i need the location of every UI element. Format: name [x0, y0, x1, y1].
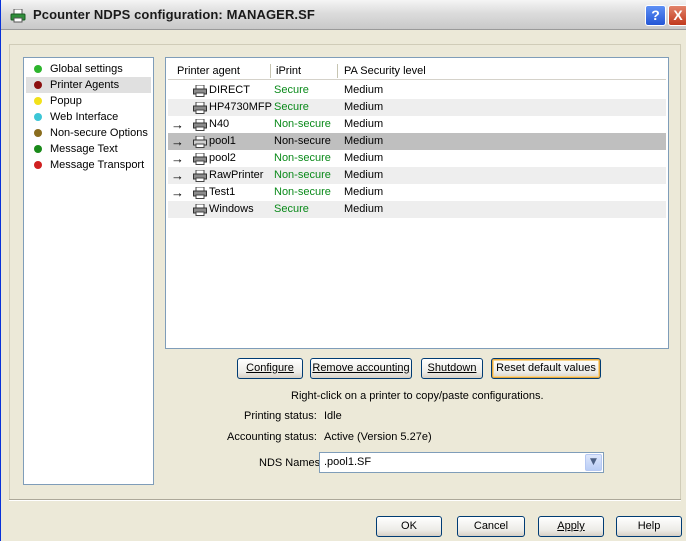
- printing-status-value: Idle: [324, 410, 342, 422]
- arrow-right-icon: →: [171, 185, 184, 200]
- nav-item-label: Printer Agents: [50, 79, 120, 91]
- table-row[interactable]: → Test1 Non-secure Medium: [168, 184, 666, 201]
- table-row[interactable]: DIRECT Secure Medium: [168, 82, 666, 99]
- printer-icon: [193, 102, 207, 114]
- printer-icon: [193, 153, 207, 165]
- printer-icon: [193, 136, 207, 148]
- status-dot-icon: [34, 129, 42, 137]
- help-title-button[interactable]: ?: [645, 5, 666, 26]
- nav-item-non-secure-options[interactable]: Non-secure Options: [26, 125, 151, 141]
- nav-item-label: Popup: [50, 95, 82, 107]
- security-level: Medium: [344, 135, 384, 147]
- printer-icon: [10, 9, 26, 23]
- security-level: Medium: [344, 118, 384, 130]
- ok-button[interactable]: OK: [376, 516, 442, 537]
- printing-status-label: Printing status:: [244, 410, 317, 422]
- help-button[interactable]: Help: [616, 516, 682, 537]
- table-row[interactable]: → pool2 Non-secure Medium: [168, 150, 666, 167]
- nds-names-select[interactable]: .pool1.SF ▼: [319, 452, 604, 473]
- nav-item-printer-agents[interactable]: Printer Agents: [26, 77, 151, 93]
- printer-agent-name: RawPrinter: [209, 169, 264, 181]
- accounting-status-value: Active (Version 5.27e): [324, 431, 432, 443]
- iprint-status: Secure: [274, 101, 309, 113]
- nav-item-label: Global settings: [50, 63, 123, 75]
- iprint-status: Secure: [274, 84, 309, 96]
- table-row[interactable]: → RawPrinter Non-secure Medium: [168, 167, 666, 184]
- status-dot-icon: [34, 145, 42, 153]
- nds-names-label: NDS Names:: [259, 457, 324, 469]
- column-header-security[interactable]: PA Security level: [344, 65, 426, 77]
- security-level: Medium: [344, 186, 384, 198]
- arrow-right-icon: →: [171, 168, 184, 183]
- printer-agent-name: HP4730MFP: [209, 101, 272, 113]
- accounting-status-label: Accounting status:: [227, 431, 317, 443]
- nav-item-label: Non-secure Options: [50, 127, 148, 139]
- arrow-right-icon: →: [171, 117, 184, 132]
- printer-agent-name: Windows: [209, 203, 254, 215]
- printer-agent-name: pool1: [209, 135, 236, 147]
- nav-item-label: Message Transport: [50, 159, 145, 171]
- close-icon: X: [673, 7, 683, 23]
- iprint-status: Non-secure: [274, 118, 331, 130]
- security-level: Medium: [344, 203, 384, 215]
- chevron-down-icon[interactable]: ▼: [585, 454, 602, 471]
- status-dot-icon: [34, 81, 42, 89]
- arrow-right-icon: →: [171, 151, 184, 166]
- iprint-status: Non-secure: [274, 186, 331, 198]
- table-row[interactable]: HP4730MFP Secure Medium: [168, 99, 666, 116]
- window-title: Pcounter NDPS configuration: MANAGER.SF: [33, 7, 315, 22]
- title-bar[interactable]: Pcounter NDPS configuration: MANAGER.SF …: [1, 0, 686, 30]
- printer-agent-list[interactable]: Printer agent iPrint PA Security level D…: [165, 57, 669, 349]
- printer-agent-name: N40: [209, 118, 230, 130]
- printer-icon: [193, 85, 207, 97]
- list-header: Printer agent iPrint PA Security level: [168, 61, 666, 80]
- cancel-button[interactable]: Cancel: [457, 516, 525, 537]
- nav-item-global-settings[interactable]: Global settings: [26, 61, 151, 77]
- iprint-status: Non-secure: [274, 135, 331, 147]
- nav-item-label: Message Text: [50, 143, 118, 155]
- printer-icon: [193, 204, 207, 216]
- copy-paste-hint: Right-click on a printer to copy/paste c…: [291, 390, 544, 402]
- iprint-status: Secure: [274, 203, 309, 215]
- table-row[interactable]: → N40 Non-secure Medium: [168, 116, 666, 133]
- printer-icon: [193, 187, 207, 199]
- apply-button[interactable]: Apply: [538, 516, 604, 537]
- printer-agent-name: pool2: [209, 152, 236, 164]
- nav-item-web-interface[interactable]: Web Interface: [26, 109, 151, 125]
- security-level: Medium: [344, 84, 384, 96]
- security-level: Medium: [344, 152, 384, 164]
- status-dot-icon: [34, 161, 42, 169]
- remove-accounting-button[interactable]: Remove accounting: [310, 358, 412, 379]
- table-row[interactable]: → pool1 Non-secure Medium: [168, 133, 666, 150]
- close-button[interactable]: X: [668, 5, 686, 26]
- printer-icon: [193, 170, 207, 182]
- column-header-iprint[interactable]: iPrint: [276, 65, 301, 77]
- shutdown-button[interactable]: Shutdown: [421, 358, 483, 379]
- nds-names-value: .pool1.SF: [324, 456, 372, 468]
- column-header-agent[interactable]: Printer agent: [177, 65, 240, 77]
- security-level: Medium: [344, 169, 384, 181]
- divider: [9, 499, 681, 501]
- nav-item-label: Web Interface: [50, 111, 119, 123]
- configure-button[interactable]: Configure: [237, 358, 303, 379]
- table-row[interactable]: Windows Secure Medium: [168, 201, 666, 218]
- printer-agent-name: DIRECT: [209, 84, 250, 96]
- security-level: Medium: [344, 101, 384, 113]
- question-icon: ?: [651, 7, 660, 23]
- nav-item-popup[interactable]: Popup: [26, 93, 151, 109]
- nav-item-message-transport[interactable]: Message Transport: [26, 157, 151, 173]
- arrow-right-icon: →: [171, 134, 184, 149]
- status-dot-icon: [34, 97, 42, 105]
- config-window: Pcounter NDPS configuration: MANAGER.SF …: [0, 0, 686, 541]
- status-dot-icon: [34, 65, 42, 73]
- iprint-status: Non-secure: [274, 152, 331, 164]
- printer-agent-name: Test1: [209, 186, 236, 198]
- printer-icon: [193, 119, 207, 131]
- settings-nav: Global settings Printer Agents Popup Web…: [23, 57, 154, 485]
- iprint-status: Non-secure: [274, 169, 331, 181]
- nav-item-message-text[interactable]: Message Text: [26, 141, 151, 157]
- reset-default-values-button[interactable]: Reset default values: [491, 358, 601, 379]
- status-dot-icon: [34, 113, 42, 121]
